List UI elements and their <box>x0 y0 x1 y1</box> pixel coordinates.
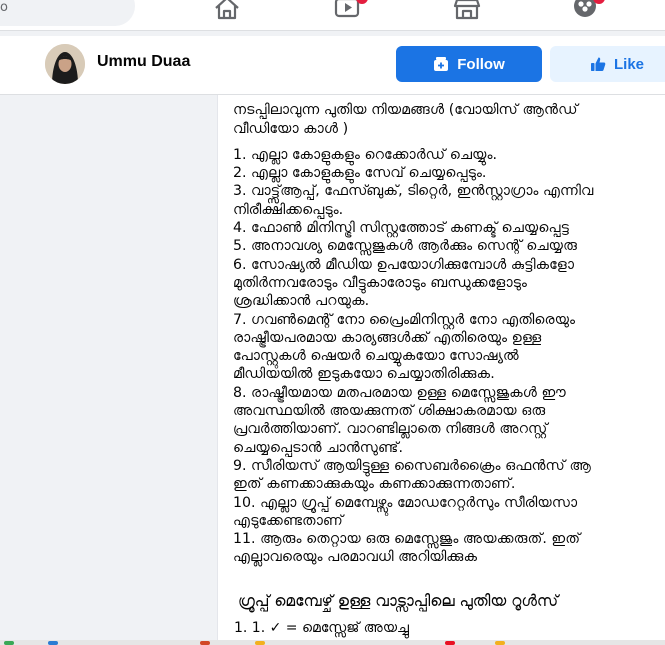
post-body: നടപ്പിലാവുന്ന പുതിയ നിയമങ്ങൾ (വോയിസ് ആൻഡ… <box>233 83 665 567</box>
post-line: 10. എല്ലാ ഗ്രൂപ്പ് മെമ്പേഴ്സും മോഡറേറ്റർ… <box>233 494 578 511</box>
post-line: 3. വാട്ട്സ്ആപ്പ്, ഫേസ്ബുക്, ടിറ്റെർ, ഇൻസ… <box>233 183 594 200</box>
top-navigation-bar: o <box>0 0 665 31</box>
post-line: ശ്രദ്ധിക്കാൻ പറയുക. <box>233 293 370 310</box>
post-line: വീഡിയോ കാൾ ) <box>233 120 349 137</box>
post-line: 8. രാഷ്ട്രീയമായ മതപരമായ ഉള്ള മെസ്സേജുകൾ … <box>233 384 567 401</box>
post-line: 7. ഗവൺമെന്റ് നോ പ്രൈംമിനിസ്റ്റർ നോ എതിരെ… <box>233 311 576 328</box>
post-line-cutoff <box>233 83 665 101</box>
post-line: 6. സോഷ്യൽ മീഡിയ ഉപയോഗിക്കുമ്പോൾ കുട്ടികള… <box>233 256 575 273</box>
os-taskbar <box>0 640 665 645</box>
post-line: ചെയ്യപ്പെടാൻ ചാൻസുണ്ട്. <box>233 439 403 456</box>
like-button[interactable]: Like <box>550 46 665 82</box>
post-card: നടപ്പിലാവുന്ന പുതിയ നിയമങ്ങൾ (വോയിസ് ആൻഡ… <box>217 95 665 645</box>
post-line: 2. എല്ലാ കോളുകളും സേവ് ചെയ്യപ്പെടും. <box>233 165 487 182</box>
post-line: 4. ഫോൺ മിനിസ്ട്രി സിസ്റ്റത്തോട് കണക്ട് ച… <box>233 220 569 237</box>
taskbar-app-icon[interactable] <box>200 641 210 645</box>
post-line: അവസ്ഥയിൽ അയക്കുന്നത് ശിക്ഷാകരമായ ഒരു <box>233 403 546 420</box>
thumbs-up-icon <box>591 57 606 71</box>
follow-icon <box>434 57 449 71</box>
like-label: Like <box>614 55 645 73</box>
avatar[interactable] <box>45 44 85 84</box>
page-name[interactable]: Ummu Duaa <box>97 53 190 71</box>
post-line: പ്രവർത്തിയാണ്. വാറണ്ടില്ലാതെ നിങ്ങൾ അറസ്… <box>233 421 548 438</box>
taskbar-app-icon[interactable] <box>445 641 455 645</box>
post-line: എടുക്കേണ്ടതാണ് <box>233 512 343 529</box>
left-column <box>0 95 217 645</box>
post-line: പോസ്റ്റുകൾ ഷെയർ ചെയ്യുകയോ സോഷ്യൽ <box>233 348 519 365</box>
taskbar-app-icon[interactable] <box>255 641 265 645</box>
post-line: 9. സീരിയസ് ആയിട്ടുള്ള സൈബർക്രൈം ഒഫൻസ് ആ <box>233 457 592 474</box>
marketplace-icon[interactable] <box>452 0 482 22</box>
search-text: o <box>0 0 8 15</box>
taskbar-app-icon[interactable] <box>495 641 505 645</box>
post-line: മീഡിയയിൽ ഇടുകയോ ചെയ്യാതിരിക്കുക. <box>233 366 495 383</box>
post-line: 1. എല്ലാ കോളുകളും റെക്കോർഡ് ചെയ്യും. <box>233 146 498 163</box>
post-line: നിരീക്ഷിക്കപ്പെടും. <box>233 201 344 218</box>
post-line: 1. 1. ✓ = മെസ്സേജ് അയച്ചു <box>234 620 410 636</box>
home-icon[interactable] <box>212 0 242 22</box>
post-line: ഇത് കണക്കാക്കുകയും കണക്കാക്കുന്നതാണ്. <box>233 476 516 493</box>
post-line: 11. ആരും തെറ്റായ ഒരു മെസ്സേജും അയക്കരുത്… <box>233 531 581 548</box>
post-line: 5. അനാവശ്യ മെസ്സേജുകൾ ആർക്കും സെന്റ് ചെയ… <box>233 238 578 255</box>
follow-button[interactable]: Follow <box>396 46 542 82</box>
search-input[interactable]: o <box>0 0 135 26</box>
taskbar-app-icon[interactable] <box>4 641 14 645</box>
taskbar-app-icon[interactable] <box>48 641 58 645</box>
follow-label: Follow <box>457 55 505 73</box>
post-line: രാഷ്ട്രീയപരമായ കാര്യങ്ങൾക്ക് എതിരെയും ഉള… <box>233 329 542 346</box>
post-line: നടപ്പിലാവുന്ന പുതിയ നിയമങ്ങൾ (വോയിസ് ആൻഡ… <box>233 102 578 119</box>
post-line: എല്ലാവരെയും പരമാവധി അറിയിക്കുക <box>233 549 478 566</box>
post-subheading: ഗ്രൂപ്പ് മെമ്പേഴ്ച് ഉള്ള വാട്സാപ്പിലെ പു… <box>238 592 559 610</box>
groups-icon[interactable] <box>571 0 605 22</box>
watch-icon[interactable] <box>333 0 368 22</box>
post-line: മുതിർന്നവരോടും വീട്ടുകാരോടും ബന്ധുക്കളോട… <box>233 274 527 291</box>
